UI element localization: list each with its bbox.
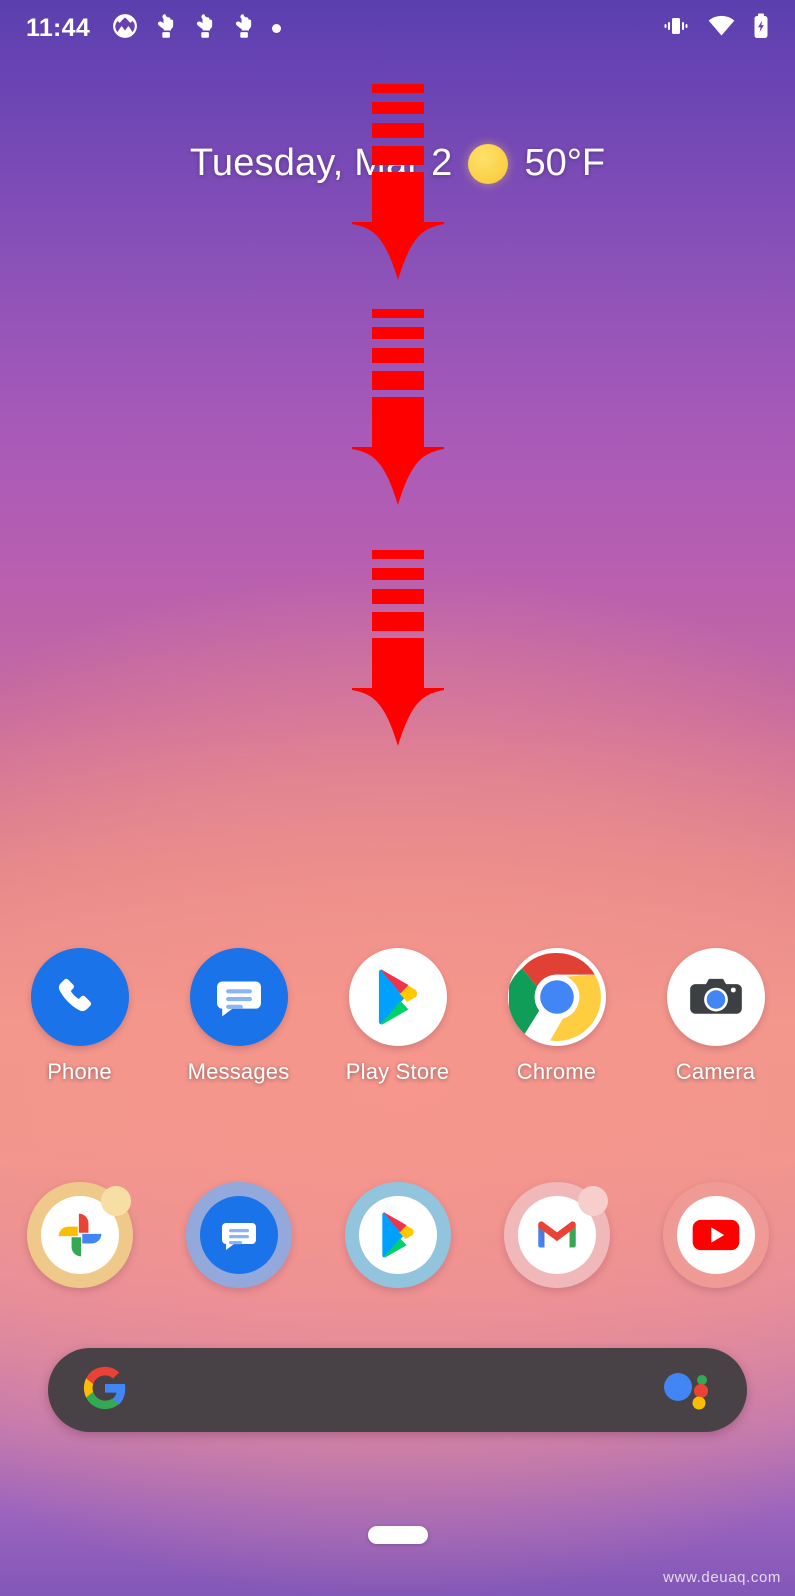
dock-ring-messages[interactable] (185, 1182, 292, 1288)
youtube-icon (676, 1196, 755, 1274)
app-label: Messages (187, 1059, 290, 1084)
notification-badge (100, 1186, 131, 1216)
app-label: Phone (47, 1059, 112, 1084)
messages-icon[interactable] (189, 948, 288, 1046)
touch-gesture-icon-3 (233, 13, 255, 44)
touch-gesture-icon-1 (155, 13, 177, 44)
google-g-icon[interactable] (82, 1365, 128, 1416)
dock-row (0, 1182, 795, 1288)
app-cell-messages[interactable]: Messages (159, 948, 318, 1085)
app-cell-play-store[interactable]: Play Store (318, 948, 477, 1085)
app-cell-phone[interactable]: Phone (0, 948, 159, 1085)
messages-icon (199, 1196, 278, 1274)
swipe-down-arrow-3 (350, 548, 446, 748)
system-status-icons (662, 13, 769, 44)
google-assistant-icon[interactable] (661, 1370, 713, 1410)
dock-ring-gmail[interactable] (503, 1182, 610, 1288)
app-label: Chrome (516, 1059, 597, 1084)
watermark: www.deuaq.com (663, 1569, 781, 1586)
dock-ring-youtube[interactable] (662, 1182, 769, 1288)
dock-ring-play-store[interactable] (344, 1182, 451, 1288)
google-search-bar[interactable] (48, 1348, 747, 1432)
chrome-icon[interactable] (507, 948, 606, 1046)
swipe-down-arrow-2 (350, 307, 446, 507)
touch-gesture-icon-2 (194, 13, 216, 44)
app-cell-camera[interactable]: Camera (636, 948, 795, 1085)
status-bar: 11:44 (0, 0, 795, 56)
app-cell-chrome[interactable]: Chrome (477, 948, 636, 1085)
play-store-icon[interactable] (348, 948, 447, 1046)
app-label: Play Store (345, 1059, 450, 1084)
xbox-icon (112, 13, 138, 44)
dock-cell-gmail[interactable] (477, 1182, 636, 1288)
app-label: Camera (675, 1059, 756, 1084)
wifi-icon (708, 15, 735, 42)
battery-charging-icon (753, 13, 769, 44)
dock-ring-photos[interactable] (26, 1182, 133, 1288)
swipe-down-arrow-1 (350, 82, 446, 282)
home-gesture-pill[interactable] (367, 1526, 428, 1544)
vibrate-icon (662, 14, 690, 43)
status-clock: 11:44 (26, 13, 91, 42)
phone-icon[interactable] (30, 948, 129, 1046)
widget-temperature-text: 50°F (524, 142, 606, 184)
dock-cell-play-store[interactable] (318, 1182, 477, 1288)
sun-icon (468, 143, 509, 184)
notification-dot-icon (272, 23, 282, 33)
play-store-icon (358, 1196, 437, 1274)
notification-icons (112, 13, 282, 44)
dock-cell-messages[interactable] (159, 1182, 318, 1288)
notification-badge (577, 1186, 608, 1216)
app-grid: Phone Messages Play Store Chrome Camera (0, 948, 795, 1085)
camera-icon[interactable] (666, 948, 765, 1046)
dock-cell-youtube[interactable] (636, 1182, 795, 1288)
dock-cell-photos[interactable] (0, 1182, 159, 1288)
